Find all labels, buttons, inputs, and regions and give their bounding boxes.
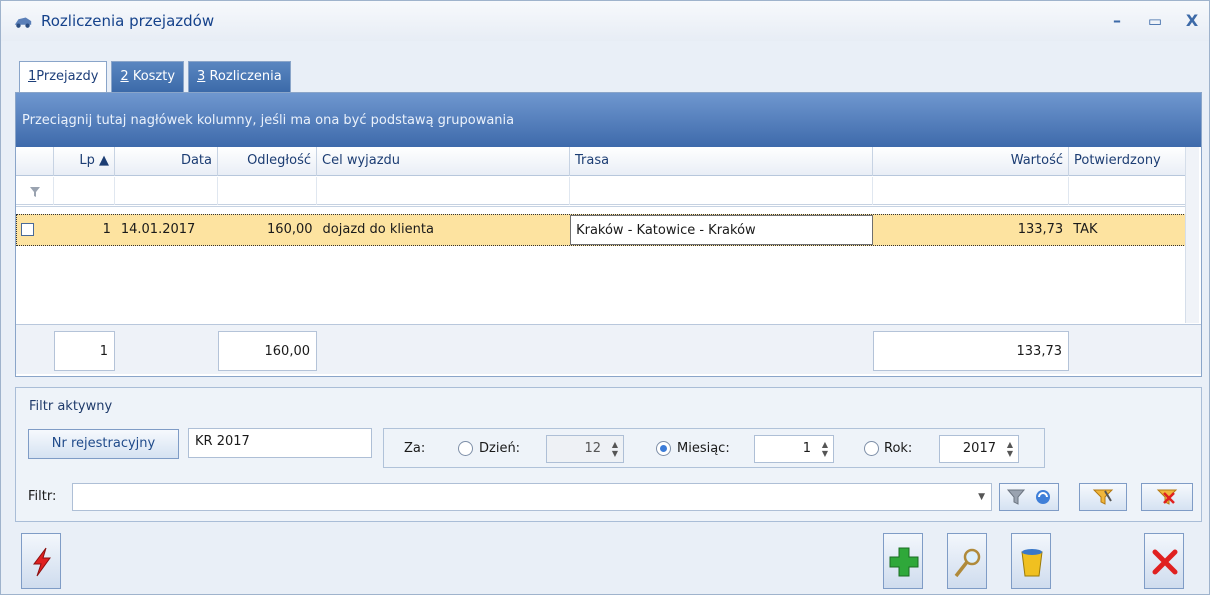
filter-cell-data[interactable] xyxy=(115,177,218,205)
magnifier-icon xyxy=(954,548,981,578)
cell-cel: dojazd do klienta xyxy=(322,222,434,237)
summary-wartosc: 133,73 xyxy=(873,331,1069,371)
filtr-field[interactable]: ▼ xyxy=(72,483,992,511)
filter-cell-lp[interactable] xyxy=(54,177,115,205)
miesiac-spinner[interactable]: 1 ▲ ▼ xyxy=(754,435,834,463)
column-header-odleglosc[interactable]: Odległość xyxy=(218,147,317,176)
spin-arrows-icon[interactable]: ▲ ▼ xyxy=(1007,440,1013,458)
filter-cell-potwierdzony[interactable] xyxy=(1069,177,1186,205)
rok-spinner[interactable]: 2017 ▲ ▼ xyxy=(939,435,1019,463)
row-checkbox[interactable] xyxy=(21,223,34,236)
filter-panel: Filtr aktywny Nr rejestracyjny KR 2017 Z… xyxy=(15,387,1202,522)
row-select-cell xyxy=(17,215,55,245)
edit-button[interactable] xyxy=(947,533,987,589)
cell-potwierdzony: TAK xyxy=(1073,222,1098,237)
rok-radio[interactable] xyxy=(864,441,879,456)
trash-icon xyxy=(1021,549,1043,577)
funnel-icon xyxy=(1092,489,1114,505)
delete-button[interactable] xyxy=(1011,533,1051,589)
refresh-icon xyxy=(1036,490,1050,504)
dzien-label: Dzień: xyxy=(479,441,521,456)
filter-cell-wartosc[interactable] xyxy=(873,177,1069,205)
funnel-icon xyxy=(1006,489,1026,505)
cancel-button[interactable] xyxy=(1144,533,1184,589)
table-row[interactable]: 1 14.01.2017 160,00 dojazd do klienta Kr… xyxy=(16,214,1186,246)
add-button[interactable] xyxy=(883,533,923,589)
title-bar: Rozliczenia przejazdów – ▭ X xyxy=(1,1,1209,41)
tab-koszty[interactable]: 2 Koszty xyxy=(111,61,185,92)
summary-spacer xyxy=(1069,331,1186,371)
rok-label: Rok: xyxy=(884,441,913,456)
close-window-button[interactable]: X xyxy=(1179,9,1205,33)
nr-rejestracyjny-button[interactable]: Nr rejestracyjny xyxy=(28,429,179,459)
filter-row-cell xyxy=(16,177,54,205)
cell-lp: 1 xyxy=(102,222,111,237)
filter-panel-title: Filtr aktywny xyxy=(29,399,113,414)
filter-cell-trasa[interactable] xyxy=(570,177,873,205)
dropdown-arrow-icon[interactable]: ▼ xyxy=(978,484,985,510)
plus-icon xyxy=(889,547,919,577)
column-header-cel[interactable]: Cel wyjazdu xyxy=(317,147,570,176)
rok-value: 2017 xyxy=(962,441,996,456)
column-header-potwierdzony[interactable]: Potwierdzony xyxy=(1069,147,1186,176)
cell-trasa[interactable]: Kraków - Katowice - Kraków xyxy=(570,215,873,245)
grid-header: Lp ▲ Data Odległość Cel wyjazdu Trasa Wa… xyxy=(16,147,1186,176)
cell-wartosc: 133,73 xyxy=(1017,222,1064,237)
minimize-button[interactable]: – xyxy=(1104,9,1130,33)
group-by-panel[interactable]: Przeciągnij tutaj nagłówek kolumny, jeśl… xyxy=(16,93,1201,147)
main-window: Rozliczenia przejazdów – ▭ X 1Przejazdy … xyxy=(0,0,1210,595)
dzien-spinner[interactable]: 12 ▲ ▼ xyxy=(546,435,624,463)
spin-arrows-icon[interactable]: ▲ ▼ xyxy=(612,440,618,458)
grid-scrollbar[interactable] xyxy=(1185,147,1199,323)
filtr-label: Filtr: xyxy=(28,489,57,504)
maximize-button[interactable]: ▭ xyxy=(1142,9,1168,33)
clear-filter-button[interactable] xyxy=(1141,483,1193,511)
window-title: Rozliczenia przejazdów xyxy=(41,12,215,30)
column-header-trasa[interactable]: Trasa xyxy=(570,147,873,176)
cell-odleglosc: 160,00 xyxy=(267,222,313,237)
tab-strip: 1Przejazdy 2 Koszty 3 Rozliczenia xyxy=(19,61,295,93)
dzien-value: 12 xyxy=(584,441,601,456)
close-icon xyxy=(1152,549,1178,575)
miesiac-radio[interactable] xyxy=(656,441,671,456)
trips-grid: Przeciągnij tutaj nagłówek kolumny, jeśl… xyxy=(15,92,1202,377)
clear-filter-icon xyxy=(1156,489,1178,505)
summary-odleglosc: 160,00 xyxy=(218,331,317,371)
nr-rejestracyjny-field[interactable]: KR 2017 xyxy=(188,428,372,458)
filter-cell-odleglosc[interactable] xyxy=(218,177,317,205)
summary-spacer xyxy=(115,331,218,371)
period-group: Za: Dzień: 12 ▲ ▼ Miesiąc: 1 ▲ ▼ Rok: 2017… xyxy=(383,428,1045,468)
lightning-icon xyxy=(33,547,51,577)
summary-row: 1 160,00 133,73 xyxy=(16,324,1201,374)
filter-options-button[interactable] xyxy=(1079,483,1127,511)
column-header-wartosc[interactable]: Wartość xyxy=(873,147,1069,176)
summary-spacer xyxy=(16,331,54,371)
spin-arrows-icon[interactable]: ▲ ▼ xyxy=(822,440,828,458)
action-button[interactable] xyxy=(21,533,61,589)
tab-przejazdy[interactable]: 1Przejazdy xyxy=(19,61,108,93)
miesiac-label: Miesiąc: xyxy=(677,441,730,456)
dzien-radio[interactable] xyxy=(458,441,473,456)
summary-spacer xyxy=(317,331,570,371)
filter-cell-cel[interactable] xyxy=(317,177,570,205)
cell-data: 14.01.2017 xyxy=(120,222,196,237)
car-icon xyxy=(14,17,32,28)
column-header-lp[interactable]: Lp ▲ xyxy=(54,147,115,176)
za-label: Za: xyxy=(404,441,426,456)
apply-filter-button[interactable] xyxy=(999,483,1059,511)
summary-lp: 1 xyxy=(54,331,115,371)
miesiac-value: 1 xyxy=(802,441,811,456)
summary-spacer xyxy=(570,331,873,371)
grid-filter-row[interactable] xyxy=(16,177,1186,207)
tab-rozliczenia[interactable]: 3 Rozliczenia xyxy=(188,61,291,92)
column-header-data[interactable]: Data xyxy=(115,147,218,176)
filter-row-icon xyxy=(30,187,40,197)
column-header-select[interactable] xyxy=(16,147,54,176)
